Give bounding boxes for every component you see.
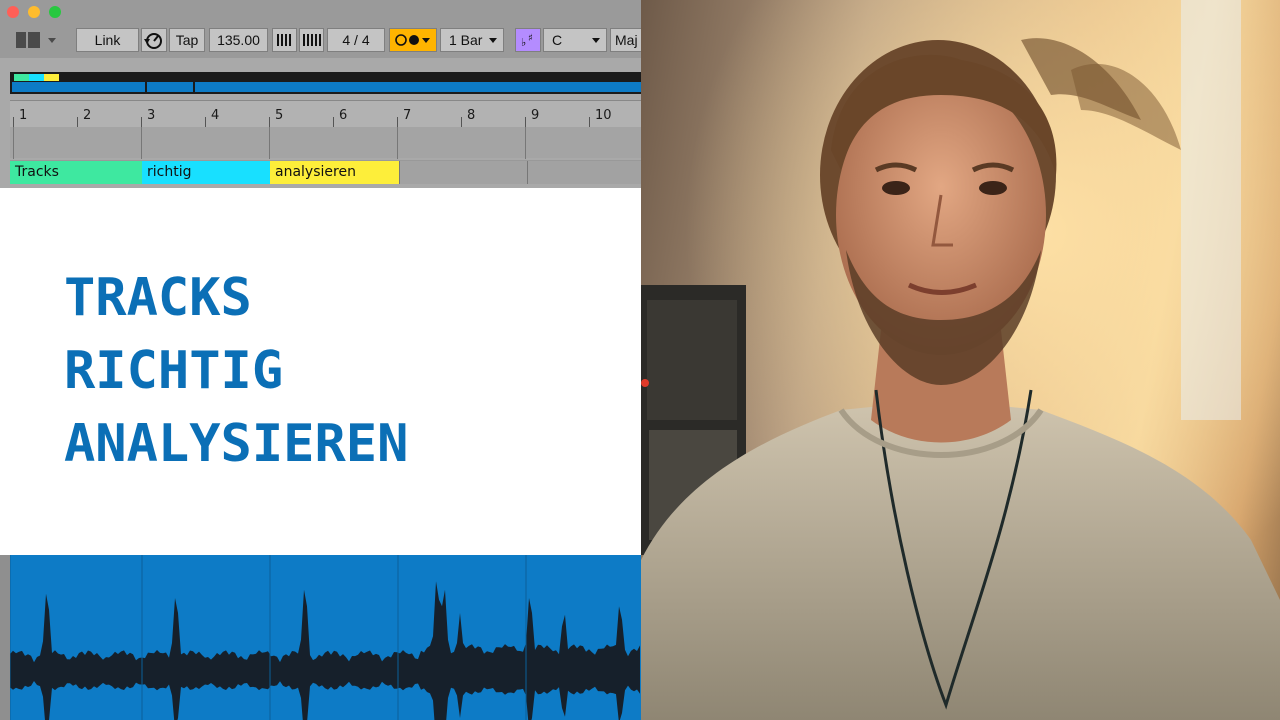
track-header-edge bbox=[0, 555, 10, 720]
ruler-gridline bbox=[141, 127, 142, 159]
waveform-shape bbox=[10, 581, 640, 720]
tempo-value: 135.00 bbox=[217, 32, 260, 48]
metronome-icon bbox=[144, 33, 162, 49]
empty-slot bbox=[399, 161, 527, 184]
key-toggle-button[interactable]: ♭ ♯ bbox=[515, 28, 541, 52]
ruler-bar-number: 10 bbox=[595, 108, 612, 123]
window-titlebar bbox=[0, 0, 641, 24]
quantize-menu[interactable]: 1 Bar bbox=[440, 28, 504, 52]
metronome-toggle[interactable] bbox=[141, 28, 167, 52]
tap-label: Tap bbox=[175, 32, 199, 48]
ruler-bar-number: 1 bbox=[19, 108, 28, 123]
title-line-2: RICHTIG bbox=[64, 341, 284, 401]
tap-tempo-button[interactable]: Tap bbox=[169, 28, 205, 52]
title-overlay: TRACKS RICHTIG ANALYSIEREN bbox=[0, 188, 641, 555]
view-toggle-button[interactable] bbox=[14, 28, 58, 52]
record-quantize-menu[interactable] bbox=[389, 28, 437, 52]
ruler-bar-number: 7 bbox=[403, 108, 412, 123]
maximize-window-button[interactable] bbox=[49, 6, 61, 18]
presenter-photo bbox=[641, 0, 1280, 720]
ruler-tick bbox=[269, 117, 270, 127]
flat-sharp-icon: ♭ ♯ bbox=[521, 33, 533, 49]
overview-visible-range[interactable] bbox=[10, 72, 195, 94]
nudge-up-icon bbox=[303, 34, 321, 46]
ruler-gridline bbox=[525, 127, 526, 159]
nudge-down-button[interactable] bbox=[272, 28, 297, 52]
chevron-down-icon bbox=[489, 38, 497, 43]
nudge-down-icon bbox=[277, 34, 291, 46]
ruler-tick bbox=[141, 117, 142, 127]
time-signature-value: 4 / 4 bbox=[342, 32, 370, 48]
svg-text:♯: ♯ bbox=[528, 33, 533, 44]
quantize-value: 1 Bar bbox=[449, 32, 483, 48]
link-button[interactable]: Link bbox=[76, 28, 139, 52]
chevron-down-icon bbox=[592, 38, 600, 43]
ruler-tick bbox=[13, 117, 14, 127]
clip-tracks-label: Tracks bbox=[15, 164, 59, 180]
control-bar: Link Tap 135.00 4 / 4 1 Bar ♭ ♯ C Maj bbox=[0, 24, 641, 58]
ruler-bar-number: 6 bbox=[339, 108, 348, 123]
ruler-tick bbox=[205, 117, 206, 127]
beat-time-ruler[interactable]: 1 2 3 4 5 6 7 8 9 10 bbox=[10, 100, 641, 159]
ruler-tick bbox=[525, 117, 526, 127]
empty-slot bbox=[527, 161, 641, 184]
ruler-bar-number: 4 bbox=[211, 108, 220, 123]
ruler-bar-number: 3 bbox=[147, 108, 156, 123]
clip-analysieren[interactable]: analysieren bbox=[270, 161, 399, 184]
presenter-illustration bbox=[641, 0, 1280, 720]
key-root-value: C bbox=[552, 32, 563, 48]
ruler-gridline bbox=[13, 127, 14, 159]
scale-menu[interactable]: Maj bbox=[610, 28, 641, 52]
arrangement-overview[interactable] bbox=[10, 72, 641, 94]
title-line-3: ANALYSIEREN bbox=[64, 414, 409, 474]
clip-lane: Tracks richtig analysieren bbox=[10, 160, 641, 184]
ruler-bar-number: 8 bbox=[467, 108, 476, 123]
ruler-gridline bbox=[269, 127, 270, 159]
ruler-tick bbox=[461, 117, 462, 127]
title-line-1: TRACKS bbox=[64, 268, 252, 328]
clip-richtig[interactable]: richtig bbox=[142, 161, 270, 184]
key-root-menu[interactable]: C bbox=[543, 28, 607, 52]
time-signature-field[interactable]: 4 / 4 bbox=[327, 28, 385, 52]
clip-analysieren-label: analysieren bbox=[275, 164, 356, 180]
ruler-bar-number: 5 bbox=[275, 108, 284, 123]
nudge-up-button[interactable] bbox=[299, 28, 324, 52]
split-view-icon bbox=[16, 32, 56, 48]
tempo-field[interactable]: 135.00 bbox=[209, 28, 268, 52]
clip-richtig-label: richtig bbox=[147, 164, 192, 180]
clip-tracks[interactable]: Tracks bbox=[10, 161, 142, 184]
ruler-tick bbox=[77, 117, 78, 127]
audio-clip-waveform[interactable] bbox=[0, 555, 641, 720]
ruler-tick bbox=[589, 117, 590, 127]
svg-text:♭: ♭ bbox=[521, 36, 526, 49]
ruler-bar-number: 2 bbox=[83, 108, 92, 123]
waveform-graphic bbox=[0, 555, 640, 720]
close-window-button[interactable] bbox=[7, 6, 19, 18]
ruler-tick bbox=[397, 117, 398, 127]
chevron-down-icon bbox=[422, 38, 430, 43]
minimize-window-button[interactable] bbox=[28, 6, 40, 18]
ruler-numbers-strip bbox=[10, 101, 641, 127]
ableton-panel: Link Tap 135.00 4 / 4 1 Bar ♭ ♯ C Maj 1 … bbox=[0, 0, 641, 720]
scale-value: Maj bbox=[615, 32, 638, 48]
ruler-bar-number: 9 bbox=[531, 108, 540, 123]
ruler-gridline bbox=[397, 127, 398, 159]
ruler-tick bbox=[333, 117, 334, 127]
link-label: Link bbox=[94, 32, 121, 48]
